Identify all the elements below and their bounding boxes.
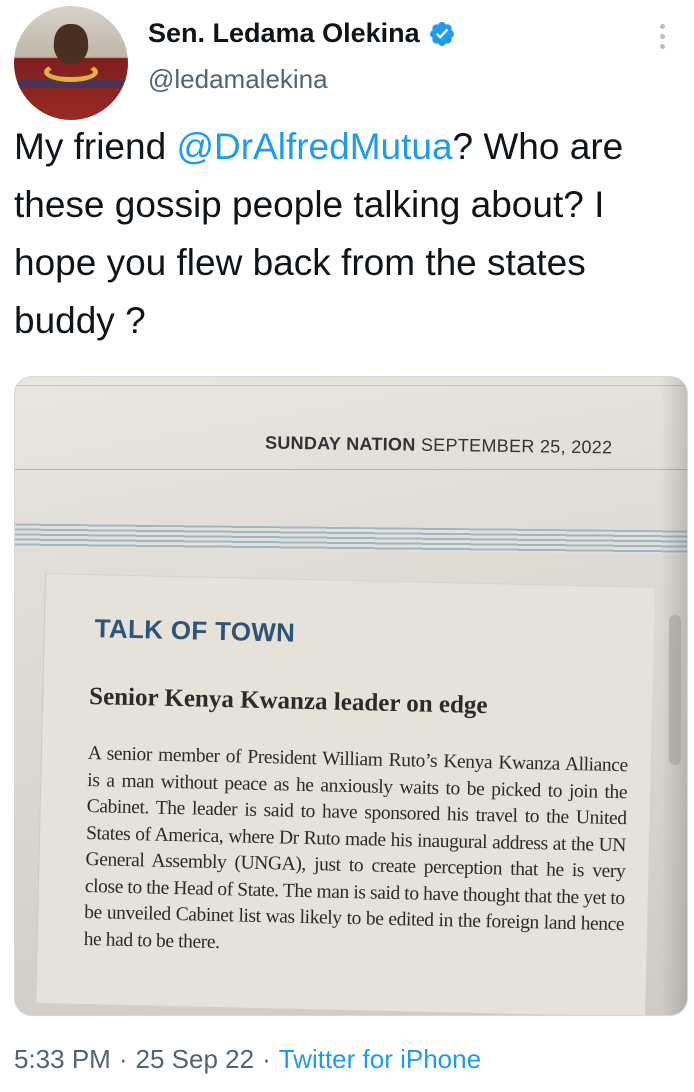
verified-badge-icon (429, 21, 454, 46)
tweet-source-link[interactable]: Twitter for iPhone (279, 1044, 481, 1075)
masthead-rule (15, 469, 687, 470)
column-box: TALK OF TOWN Senior Kenya Kwanza leader … (35, 573, 655, 1015)
avatar-beads (44, 62, 98, 82)
page-binding-shadow (669, 615, 681, 765)
author-handle[interactable]: @ledamalekina (148, 64, 328, 95)
meta-separator: · (262, 1044, 271, 1074)
article-body: A senior member of President William Rut… (83, 743, 629, 953)
article-headline: Senior Kenya Kwanza leader on edge (88, 683, 488, 720)
avatar-face (54, 24, 88, 64)
tweet-photo[interactable]: SUNDAY NATION SEPTEMBER 25, 2022 TALK OF… (14, 376, 688, 1016)
more-dot (659, 33, 665, 39)
tweet-date[interactable]: 25 Sep 22 (136, 1044, 255, 1075)
tweet-time[interactable]: 5:33 PM (14, 1044, 111, 1075)
section-title: TALK OF TOWN (94, 613, 296, 648)
mention-link[interactable]: @DrAlfredMutua (176, 126, 452, 167)
tweet-metadata: 5:33 PM · 25 Sep 22 · Twitter for iPhone (14, 1044, 481, 1075)
newspaper-top-edge (15, 385, 687, 386)
more-options-icon[interactable] (650, 16, 674, 56)
decorative-stripes (15, 523, 687, 555)
newspaper-masthead: SUNDAY NATION SEPTEMBER 25, 2022 (265, 433, 613, 459)
more-dot (659, 23, 665, 29)
more-dot (659, 43, 665, 49)
paper-date: SEPTEMBER 25, 2022 (420, 434, 613, 458)
author-avatar[interactable] (14, 6, 128, 120)
author-name-row: Sen. Ledama Olekina (148, 18, 456, 49)
meta-separator: · (118, 1044, 128, 1074)
tweet-text-start: My friend (14, 126, 177, 167)
paper-name: SUNDAY NATION (264, 432, 416, 455)
author-display-name[interactable]: Sen. Ledama Olekina (148, 18, 420, 49)
tweet-text: My friend @DrAlfredMutua? Who are these … (14, 118, 682, 350)
